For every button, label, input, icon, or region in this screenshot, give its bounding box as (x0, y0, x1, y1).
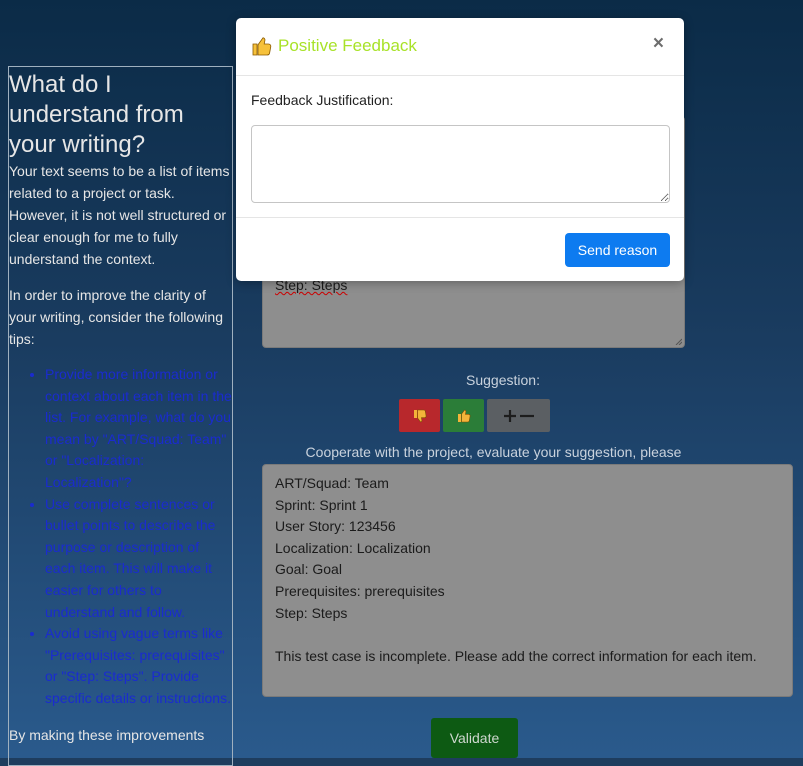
explanation-paragraph-1: Your text seems to be a list of items re… (9, 163, 230, 267)
suggestion-text-area[interactable]: ART/Squad: Team Sprint: Sprint 1 User St… (262, 464, 793, 697)
close-button[interactable]: × (647, 32, 670, 56)
tips-list: Provide more information or context abou… (9, 364, 232, 710)
justification-label: Feedback Justification: (251, 92, 394, 108)
thumbs-down-icon (413, 409, 426, 422)
justification-input[interactable] (251, 125, 670, 203)
suggestion-label: Suggestion: (466, 372, 540, 388)
validate-button[interactable]: Validate (431, 718, 518, 758)
modal-footer: Send reason (236, 217, 684, 282)
tip-item: Use complete sentences or bullet points … (45, 494, 232, 624)
feedback-modal: Positive Feedback × Feedback Justificati… (236, 18, 684, 281)
feedback-button-row (399, 399, 550, 432)
plus-minus-icon (503, 409, 534, 422)
tip-item: Provide more information or context abou… (45, 364, 232, 494)
positive-feedback-button[interactable] (443, 399, 484, 432)
explanation-title: What do I understand from your writing? (9, 71, 184, 158)
modal-body: Feedback Justification: (236, 76, 684, 217)
modal-title: Positive Feedback (278, 36, 417, 55)
tip-item: Avoid using vague terms like "Prerequisi… (45, 623, 232, 709)
resize-grip-icon[interactable] (674, 337, 682, 345)
explanation-panel: What do I understand from your writing? … (8, 66, 233, 766)
modal-header: Positive Feedback × (236, 18, 684, 76)
negative-feedback-button[interactable] (399, 399, 440, 432)
plus-minus-button[interactable] (487, 399, 550, 432)
thumbs-up-icon (252, 37, 272, 56)
explanation-paragraph-2: In order to improve the clarity of your … (9, 287, 223, 347)
send-reason-button[interactable]: Send reason (565, 233, 670, 267)
explanation-tail: By making these improvements (9, 726, 205, 743)
thumbs-up-icon (457, 409, 470, 422)
cooperate-prompt: Cooperate with the project, evaluate you… (305, 444, 682, 460)
